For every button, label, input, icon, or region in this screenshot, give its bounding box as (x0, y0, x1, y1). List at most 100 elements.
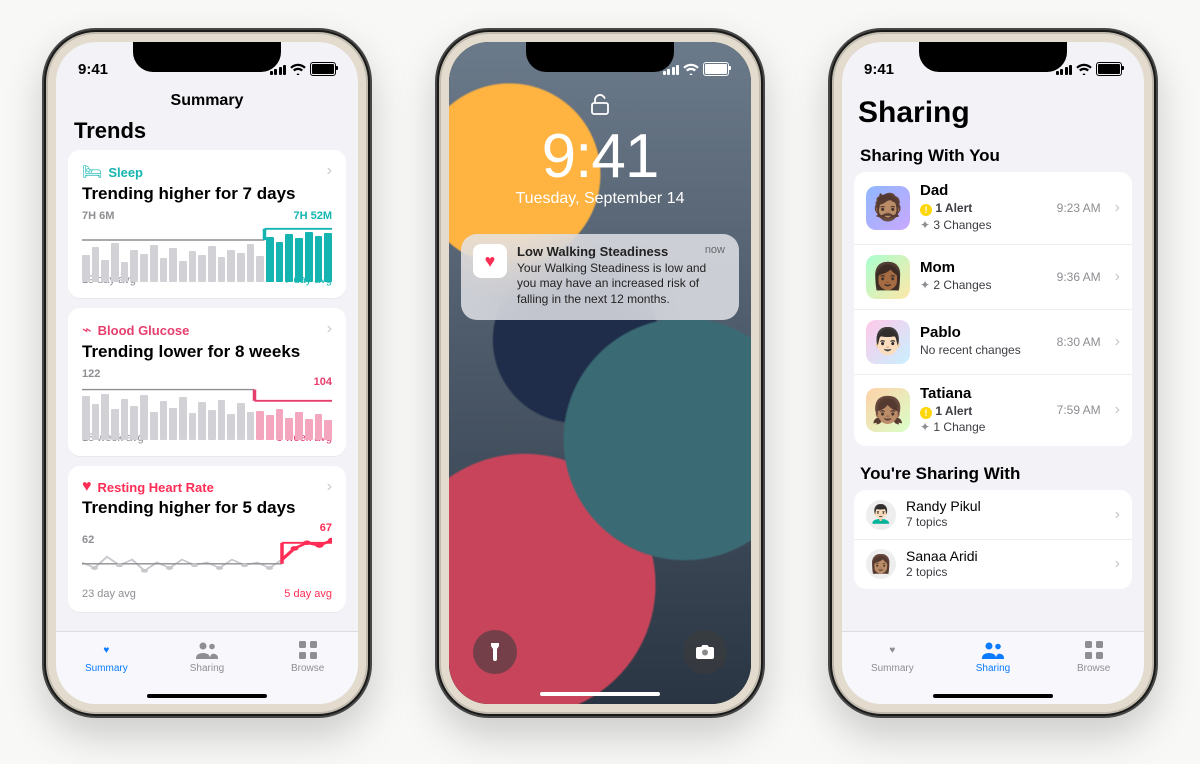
time-label: 9:23 AM (1057, 201, 1101, 215)
contact-name: Dad (920, 182, 1047, 200)
share-row-mom[interactable]: 👩🏾 Mom ✦ 2 Changes 9:36 AM › (854, 245, 1132, 310)
device-notch (133, 42, 281, 72)
glucose-icon: ⌁ (82, 320, 92, 340)
notification-time: now (705, 244, 725, 256)
tab-summary[interactable]: ♥ Summary (56, 638, 157, 704)
notification-body: Your Walking Steadiness is low and you m… (517, 261, 727, 308)
phone-sharing: 9:41 Sharing Sharing With You 🧔🏽 Dad ! 1… (828, 28, 1158, 718)
contact-name: Randy Pikul (906, 498, 1105, 514)
time-label: 8:30 AM (1057, 335, 1101, 349)
share-row-dad[interactable]: 🧔🏽 Dad ! 1 Alert ✦ 3 Changes 9:23 AM › (854, 172, 1132, 245)
tab-sharing[interactable]: Sharing (943, 638, 1044, 704)
trend-card-heart[interactable]: ♥ Resting Heart Rate › Trending higher f… (68, 466, 346, 612)
grid-icon (1043, 638, 1144, 662)
time-label: 9:36 AM (1057, 270, 1101, 284)
contact-name: Tatiana (920, 385, 1047, 403)
share-row-pablo[interactable]: 👨🏻 Pablo No recent changes 8:30 AM › (854, 310, 1132, 375)
people-icon (157, 638, 258, 662)
grid-icon (257, 638, 358, 662)
caption-right: 5 day avg (284, 588, 332, 600)
sparkle-icon: ✦ (920, 278, 930, 292)
chevron-right-icon: › (327, 478, 332, 496)
topics-text: 7 topics (906, 514, 1105, 531)
trend-title: Trending lower for 8 weeks (82, 342, 332, 362)
sparkle-icon: ✦ (920, 218, 930, 232)
avatar: 👨🏻‍🦱 (866, 500, 896, 530)
camera-icon (695, 644, 715, 660)
tab-label: Sharing (157, 663, 258, 674)
tab-browse[interactable]: Browse (1043, 638, 1144, 704)
glucose-chart: 122 104 (82, 370, 332, 426)
chevron-right-icon: › (327, 162, 332, 180)
avatar: 👨🏻 (866, 320, 910, 364)
changes-text: 2 Changes (933, 278, 991, 292)
sharing-with-row[interactable]: 👩🏽 Sanaa Aridi 2 topics › (854, 540, 1132, 589)
trend-card-glucose[interactable]: ⌁ Blood Glucose › Trending lower for 8 w… (68, 308, 346, 456)
sharing-with-row[interactable]: 👨🏻‍🦱 Randy Pikul 7 topics › (854, 490, 1132, 540)
chevron-right-icon: › (1115, 506, 1120, 524)
changes-text: 1 Change (933, 420, 985, 434)
alert-badge-icon: ! (920, 204, 932, 216)
chevron-right-icon: › (1115, 268, 1120, 286)
avatar: 👩🏾 (866, 255, 910, 299)
notification-title: Low Walking Steadiness (517, 244, 727, 261)
status-time: 9:41 (78, 61, 108, 78)
battery-icon (703, 62, 729, 76)
tab-sharing[interactable]: Sharing (157, 638, 258, 704)
people-icon (943, 638, 1044, 662)
share-row-tatiana[interactable]: 👧🏽 Tatiana ! 1 Alert ✦ 1 Change 7:59 AM … (854, 375, 1132, 447)
chevron-right-icon: › (1115, 555, 1120, 573)
lock-date: Tuesday, September 14 (449, 190, 751, 208)
tab-summary[interactable]: ♥ Summary (842, 638, 943, 704)
category-label: Sleep (108, 165, 143, 180)
sparkle-icon: ✦ (920, 420, 930, 434)
category-label: Resting Heart Rate (98, 480, 214, 495)
alert-text: 1 Alert (935, 201, 972, 215)
contact-name: Mom (920, 259, 1047, 277)
home-indicator[interactable] (540, 692, 660, 696)
tab-label: Browse (1043, 663, 1144, 674)
camera-button[interactable] (683, 630, 727, 674)
category-label: Blood Glucose (98, 323, 190, 338)
page-title: Sharing (858, 96, 970, 130)
tab-label: Summary (842, 663, 943, 674)
battery-icon (1096, 62, 1122, 76)
heart-fill-icon: ♥ (56, 638, 157, 662)
notification-card[interactable]: ♥ Low Walking Steadiness Your Walking St… (461, 234, 739, 320)
flashlight-button[interactable] (473, 630, 517, 674)
chevron-right-icon: › (1115, 401, 1120, 419)
device-notch (526, 42, 674, 72)
trend-title: Trending higher for 5 days (82, 498, 332, 518)
unlock-icon (449, 94, 751, 122)
heart-icon: ♥ (82, 478, 92, 496)
time-label: 7:59 AM (1057, 403, 1101, 417)
tab-browse[interactable]: Browse (257, 638, 358, 704)
trend-card-sleep[interactable]: 🛏 Sleep › Trending higher for 7 days 7H … (68, 150, 346, 298)
tab-label: Summary (56, 663, 157, 674)
bed-icon: 🛏 (82, 162, 102, 182)
section-title: Sharing With You (854, 142, 1132, 172)
section-title-trends: Trends (68, 114, 346, 150)
avatar: 🧔🏽 (866, 186, 910, 230)
changes-text: 3 Changes (933, 218, 991, 232)
status-time: 9:41 (864, 61, 894, 78)
no-changes-text: No recent changes (920, 342, 1047, 359)
avatar: 👩🏽 (866, 549, 896, 579)
tab-label: Sharing (943, 663, 1044, 674)
chevron-right-icon: › (327, 320, 332, 338)
avatar: 👧🏽 (866, 388, 910, 432)
tab-label: Browse (257, 663, 358, 674)
battery-icon (310, 62, 336, 76)
heart-chart: 62 67 (82, 526, 332, 582)
contact-name: Sanaa Aridi (906, 548, 1105, 564)
health-app-icon: ♥ (473, 244, 507, 278)
chevron-right-icon: › (1115, 333, 1120, 351)
heart-fill-icon: ♥ (842, 638, 943, 662)
caption-left: 23 day avg (82, 588, 136, 600)
phone-summary: 9:41 Summary Trends 🛏 Sleep › Trending h… (42, 28, 372, 718)
topics-text: 2 topics (906, 564, 1105, 581)
phone-lockscreen: 9:41 Tuesday, September 14 ♥ Low Walking… (435, 28, 765, 718)
device-notch (919, 42, 1067, 72)
alert-text: 1 Alert (935, 404, 972, 418)
section-title: You're Sharing With (854, 460, 1132, 490)
